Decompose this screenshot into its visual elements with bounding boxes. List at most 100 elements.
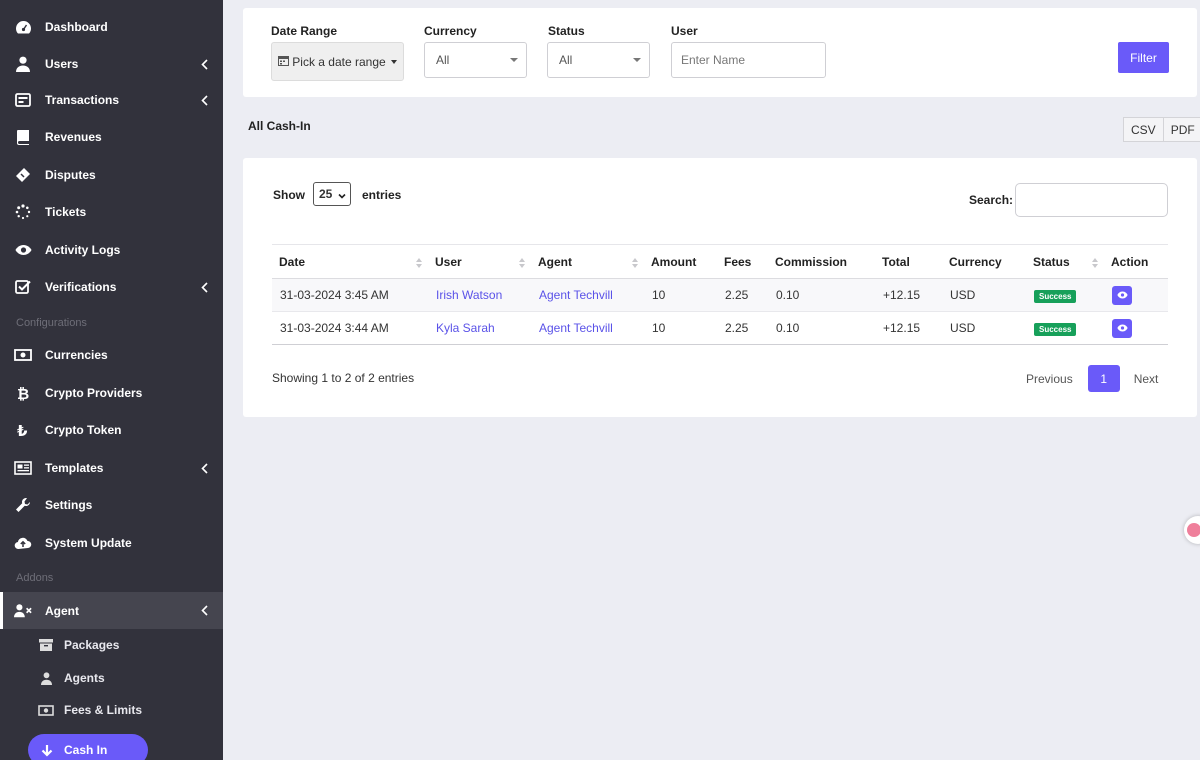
chevron-down-icon [338, 189, 346, 203]
cell-total: +12.15 [875, 278, 942, 312]
sidebar-item-label: Templates [45, 461, 104, 475]
cell-fees: 2.25 [717, 311, 768, 345]
sidebar-item-revenues[interactable]: Revenues [0, 119, 223, 155]
svg-text:₿: ₿ [17, 385, 29, 401]
chevron-left-icon [199, 461, 209, 475]
sidebar-item-crypto-token[interactable]: ₺ Crypto Token [0, 412, 223, 448]
agent-link[interactable]: Agent Techvill [539, 288, 613, 302]
sidebar-subitem-packages[interactable]: Packages [0, 630, 223, 660]
sidebar-subitem-label: Cash In [64, 743, 108, 757]
column-header-action: Action [1104, 244, 1168, 279]
currency-select[interactable]: All [424, 42, 527, 78]
sidebar-subitem-label: Fees & Limits [64, 703, 143, 717]
view-button[interactable] [1112, 285, 1132, 305]
sidebar-item-crypto-providers[interactable]: ₿ Crypto Providers [0, 375, 223, 411]
archive-icon [38, 637, 54, 653]
sidebar-item-label: Settings [45, 498, 93, 512]
view-button[interactable] [1112, 318, 1132, 338]
cash-in-table: Date User Agent Amount Fees Commission T… [272, 244, 1168, 345]
floating-widget-button[interactable] [1184, 516, 1200, 544]
table-info: Showing 1 to 2 of 2 entries [272, 371, 415, 385]
user-label: User [671, 24, 698, 38]
sidebar-item-label: System Update [45, 536, 132, 550]
csv-export-button[interactable]: CSV [1123, 117, 1164, 142]
money-bill-icon [14, 346, 32, 364]
pagination-page-1[interactable]: 1 [1087, 365, 1120, 392]
arrow-down-icon [40, 743, 54, 757]
money-bill-icon [38, 702, 54, 718]
column-header-currency[interactable]: Currency [942, 244, 1026, 279]
sidebar-item-label: Users [45, 57, 79, 71]
user-icon [38, 670, 54, 686]
sidebar-item-label: Verifications [45, 280, 117, 294]
sidebar-item-currencies[interactable]: Currencies [0, 337, 223, 373]
status-select[interactable]: All [547, 42, 650, 78]
sidebar-subitem-fees-limits[interactable]: Fees & Limits [0, 695, 223, 725]
eye-icon [14, 241, 32, 259]
pagination: Previous 1 Next [1026, 365, 1158, 392]
export-buttons: CSV PDF [1123, 117, 1200, 142]
cloud-upload-icon [14, 534, 32, 552]
column-header-date[interactable]: Date [272, 244, 428, 279]
transactions-icon [14, 91, 32, 109]
sidebar-subitem-cash-in[interactable]: Cash In [28, 734, 148, 760]
sidebar-subitem-agents[interactable]: Agents [0, 663, 223, 693]
widget-icon [1187, 523, 1200, 537]
agent-link[interactable]: Agent Techvill [539, 321, 613, 335]
status-badge: Success [1034, 289, 1077, 303]
user-link[interactable]: Kyla Sarah [436, 321, 495, 335]
sidebar-item-users[interactable]: Users [0, 46, 223, 82]
pdf-export-button[interactable]: PDF [1163, 117, 1200, 142]
sidebar-item-label: Tickets [45, 205, 87, 219]
sidebar-item-transactions[interactable]: Transactions [0, 82, 223, 118]
sidebar-item-settings[interactable]: Settings [0, 487, 223, 523]
column-header-status[interactable]: Status [1026, 244, 1104, 279]
chevron-left-icon [199, 604, 209, 618]
pagination-previous[interactable]: Previous [1026, 372, 1073, 386]
sidebar-item-system-update[interactable]: System Update [0, 525, 223, 561]
sidebar-item-dashboard[interactable]: Dashboard [0, 9, 223, 45]
sidebar-item-label: Transactions [45, 93, 120, 107]
search-label: Search: [969, 193, 1014, 207]
page-length-value: 25 [319, 187, 333, 201]
book-icon [14, 128, 32, 146]
column-header-fees[interactable]: Fees [717, 244, 768, 279]
sidebar-item-label: Disputes [45, 168, 96, 182]
column-header-amount[interactable]: Amount [644, 244, 717, 279]
status-badge: Success [1034, 322, 1077, 336]
sort-icon [1092, 257, 1098, 268]
show-label: Show [273, 188, 305, 202]
user-times-icon [14, 602, 32, 620]
pagination-next[interactable]: Next [1134, 372, 1159, 386]
sidebar-item-agent[interactable]: Agent [0, 592, 223, 629]
wrench-icon [14, 496, 32, 514]
cell-fees: 2.25 [717, 278, 768, 312]
column-header-user[interactable]: User [428, 244, 531, 279]
table-header-row: Date User Agent Amount Fees Commission T… [272, 244, 1168, 279]
page-length-select[interactable]: 25 [313, 182, 351, 206]
filter-button[interactable]: Filter [1118, 42, 1169, 73]
sidebar-item-templates[interactable]: Templates [0, 450, 223, 486]
user-name-input[interactable] [671, 42, 826, 78]
newspaper-icon [14, 459, 32, 477]
sort-icon [519, 257, 525, 268]
filter-panel: Date Range Pick a date range Currency Al… [243, 8, 1197, 97]
section-heading-configurations: Configurations [16, 317, 87, 329]
column-header-commission[interactable]: Commission [768, 244, 875, 279]
sidebar-item-tickets[interactable]: Tickets [0, 194, 223, 230]
cell-amount: 10 [644, 311, 717, 345]
entries-label: entries [362, 188, 402, 202]
caret-down-icon [633, 58, 641, 62]
user-link[interactable]: Irish Watson [436, 288, 502, 302]
sidebar-item-verifications[interactable]: Verifications [0, 269, 223, 305]
column-header-total[interactable]: Total [875, 244, 942, 279]
eye-icon [1116, 321, 1128, 335]
sidebar-item-disputes[interactable]: Disputes [0, 157, 223, 193]
table-search-input[interactable] [1015, 183, 1168, 217]
sidebar-item-activity-logs[interactable]: Activity Logs [0, 232, 223, 268]
svg-text:₺: ₺ [17, 422, 28, 438]
column-header-agent[interactable]: Agent [531, 244, 644, 279]
date-range-picker-button[interactable]: Pick a date range [271, 42, 404, 81]
cell-currency: USD [942, 311, 1026, 345]
spinner-icon [14, 203, 32, 221]
